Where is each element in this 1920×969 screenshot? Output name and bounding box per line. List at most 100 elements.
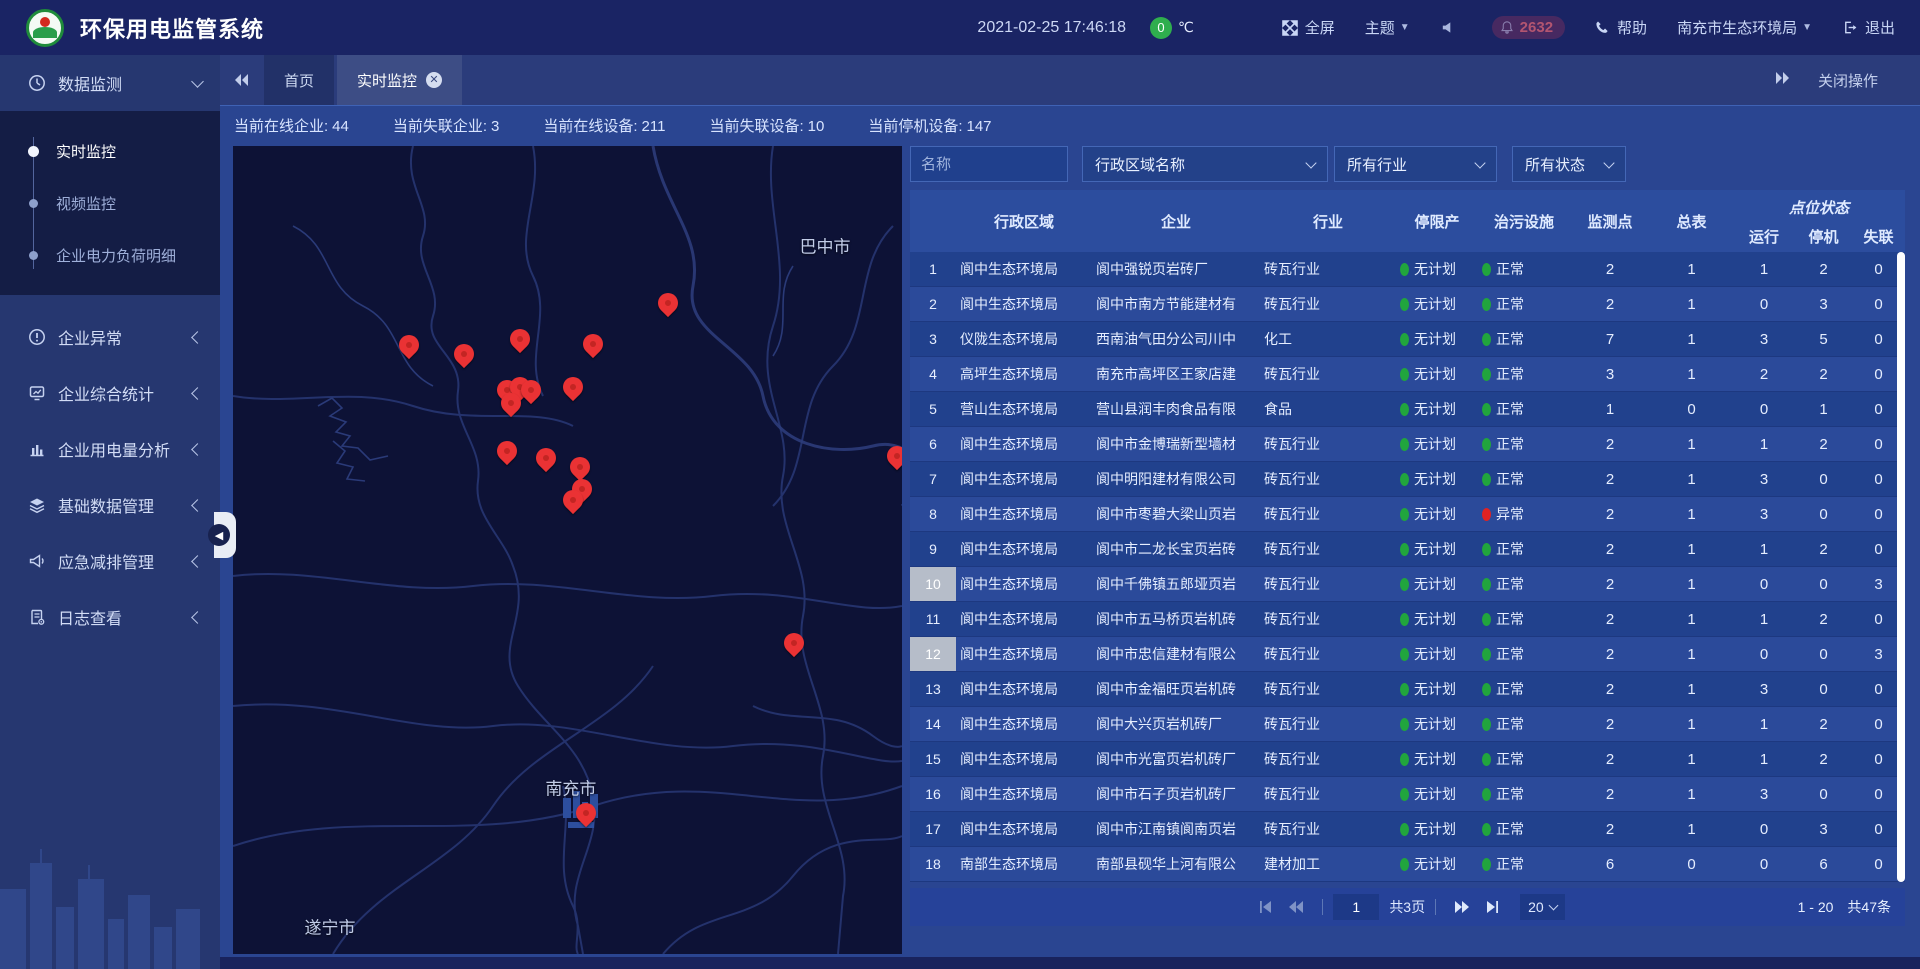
table-row[interactable]: 4高坪生态环境局南充市高坪区王家店建砖瓦行业无计划正常31220	[910, 357, 1905, 392]
table-row[interactable]: 16阆中生态环境局阆中市石子页岩机砖厂砖瓦行业无计划正常21300	[910, 777, 1905, 812]
table-row[interactable]: 9阆中生态环境局阆中市二龙长宝页岩砖砖瓦行业无计划正常21120	[910, 532, 1905, 567]
cell-index: 8	[910, 497, 956, 531]
sidebar-item-company-abnormal[interactable]: 企业异常	[0, 309, 220, 365]
sidebar-item-realtime-monitor[interactable]: 实时监控	[0, 125, 220, 177]
tabs-scroll-left-button[interactable]	[220, 55, 264, 105]
fullscreen-button[interactable]: 全屏	[1282, 17, 1335, 38]
cell-stopped: 0	[1795, 462, 1852, 496]
first-page-button[interactable]	[1257, 899, 1273, 915]
prev-page-button[interactable]	[1287, 899, 1305, 915]
status-dot-green	[1400, 333, 1409, 346]
table-scrollbar[interactable]	[1897, 252, 1905, 882]
table-row[interactable]: 15阆中生态环境局阆中市光富页岩机砖厂砖瓦行业无计划正常21120	[910, 742, 1905, 777]
status-dot-green	[1482, 333, 1491, 346]
mute-button[interactable]	[1440, 20, 1462, 35]
cell-index: 15	[910, 742, 956, 776]
speaker-icon	[1440, 20, 1455, 35]
notification-badge[interactable]: 2632	[1492, 16, 1565, 39]
sidebar-item-company-statistics[interactable]: 企业综合统计	[0, 365, 220, 421]
cell-region: 阆中生态环境局	[956, 497, 1092, 531]
region-select[interactable]: 行政区域名称	[1082, 146, 1328, 182]
cell-running: 1	[1733, 742, 1795, 776]
sidebar-item-base-data[interactable]: 基础数据管理	[0, 477, 220, 533]
theme-menu[interactable]: 主题▼	[1365, 17, 1410, 38]
cell-production-status: 无计划	[1396, 252, 1478, 286]
column-header-production: 停限产	[1396, 190, 1478, 252]
phone-icon	[1595, 20, 1610, 35]
sidebar-item-emergency[interactable]: 应急减排管理	[0, 533, 220, 589]
tabs-scroll-right-button[interactable]	[1774, 71, 1790, 89]
stat-lost-companies: 当前失联企业:3	[393, 115, 500, 136]
cell-points: 2	[1570, 707, 1650, 741]
temperature-unit: ℃	[1178, 19, 1194, 36]
table-row[interactable]: 1阆中生态环境局阆中强锐页岩砖厂砖瓦行业无计划正常21120	[910, 252, 1905, 287]
cell-production-status: 无计划	[1396, 427, 1478, 461]
cell-running: 0	[1733, 287, 1795, 321]
total-count-label: 共47条	[1847, 899, 1891, 915]
cell-region: 阆中生态环境局	[956, 812, 1092, 846]
cell-region: 阆中生态环境局	[956, 602, 1092, 636]
map-city-label: 南充市	[545, 774, 596, 799]
cell-production-status: 无计划	[1396, 672, 1478, 706]
status-select[interactable]: 所有状态	[1512, 146, 1626, 182]
cell-stopped: 2	[1795, 707, 1852, 741]
name-search-input[interactable]	[910, 146, 1068, 182]
cell-region: 阆中生态环境局	[956, 707, 1092, 741]
status-dot-green	[1400, 858, 1409, 871]
cell-stopped: 2	[1795, 532, 1852, 566]
cell-index: 16	[910, 777, 956, 811]
cell-meters: 1	[1650, 812, 1733, 846]
double-chevron-left-icon	[234, 73, 250, 87]
tab-home[interactable]: 首页	[264, 55, 334, 105]
table-row[interactable]: 18南部生态环境局南部县砚华上河有限公建材加工无计划正常60060	[910, 847, 1905, 882]
help-button[interactable]: 帮助	[1595, 17, 1647, 38]
table-row[interactable]: 14阆中生态环境局阆中大兴页岩机砖厂砖瓦行业无计划正常21120	[910, 707, 1905, 742]
sidebar-collapse-toggle[interactable]: ◀	[214, 512, 236, 558]
map-city-label: 巴中市	[800, 233, 851, 258]
status-dot-green	[1400, 578, 1409, 591]
table-row[interactable]: 10阆中生态环境局阆中千佛镇五郎垭页岩砖瓦行业无计划正常21003	[910, 567, 1905, 602]
sidebar-item-data-monitoring[interactable]: 数据监测	[0, 55, 220, 111]
sidebar-item-power-load-detail[interactable]: 企业电力负荷明细	[0, 229, 220, 281]
status-dot-green	[1482, 648, 1491, 661]
chevron-left-icon	[191, 387, 204, 400]
chevron-down-icon	[191, 75, 204, 88]
sidebar-item-power-analysis[interactable]: 企业用电量分析	[0, 421, 220, 477]
cell-meters: 1	[1650, 497, 1733, 531]
table-row[interactable]: 11阆中生态环境局阆中市五马桥页岩机砖砖瓦行业无计划正常21120	[910, 602, 1905, 637]
sidebar-item-logs[interactable]: 日志查看	[0, 589, 220, 645]
table-row[interactable]: 5营山生态环境局营山县润丰肉食品有限食品无计划正常10010	[910, 392, 1905, 427]
table-row[interactable]: 8阆中生态环境局阆中市枣碧大梁山页岩砖瓦行业无计划异常21300	[910, 497, 1905, 532]
cell-points: 2	[1570, 602, 1650, 636]
table-row[interactable]: 2阆中生态环境局阆中市南方节能建材有砖瓦行业无计划正常21030	[910, 287, 1905, 322]
status-dot-green	[1400, 403, 1409, 416]
page-size-select[interactable]: 20	[1520, 894, 1565, 920]
status-dot-green	[1482, 788, 1491, 801]
next-page-button[interactable]	[1453, 899, 1471, 915]
table-row[interactable]: 13阆中生态环境局阆中市金福旺页岩机砖砖瓦行业无计划正常21300	[910, 672, 1905, 707]
industry-select[interactable]: 所有行业	[1334, 146, 1497, 182]
map-panel[interactable]: 巴中市南充市遂宁市	[233, 146, 902, 954]
org-menu[interactable]: 南充市生态环境局▼	[1677, 17, 1812, 38]
table-row[interactable]: 7阆中生态环境局阆中明阳建材有限公司砖瓦行业无计划正常21300	[910, 462, 1905, 497]
cell-meters: 1	[1650, 707, 1733, 741]
cell-index: 10	[910, 567, 956, 601]
logout-button[interactable]: 退出	[1842, 17, 1895, 38]
last-page-button[interactable]	[1485, 899, 1501, 915]
temperature-badge: 0	[1150, 17, 1172, 39]
tab-realtime-monitor[interactable]: 实时监控 ✕	[337, 55, 462, 105]
table-header: 行政区域 企业 行业 停限产 治污设施 监测点 总表 点位状态 运行 停机 失联	[910, 190, 1905, 252]
cell-facility-status: 正常	[1478, 777, 1570, 811]
cell-production-status: 无计划	[1396, 392, 1478, 426]
table-row[interactable]: 12阆中生态环境局阆中市忠信建材有限公砖瓦行业无计划正常21003	[910, 637, 1905, 672]
sidebar-item-video-monitor[interactable]: 视频监控	[0, 177, 220, 229]
table-row[interactable]: 6阆中生态环境局阆中市金博瑞新型墙材砖瓦行业无计划正常21120	[910, 427, 1905, 462]
cell-region: 阆中生态环境局	[956, 287, 1092, 321]
table-row[interactable]: 3仪陇生态环境局西南油气田分公司川中化工无计划正常71350	[910, 322, 1905, 357]
tab-close-icon[interactable]: ✕	[426, 72, 442, 88]
page-number-input[interactable]	[1333, 894, 1379, 920]
cell-points: 2	[1570, 497, 1650, 531]
status-dot-green	[1400, 648, 1409, 661]
table-row[interactable]: 17阆中生态环境局阆中市江南镇阆南页岩砖瓦行业无计划正常21030	[910, 812, 1905, 847]
close-operations-menu[interactable]: 关闭操作	[1818, 70, 1878, 91]
